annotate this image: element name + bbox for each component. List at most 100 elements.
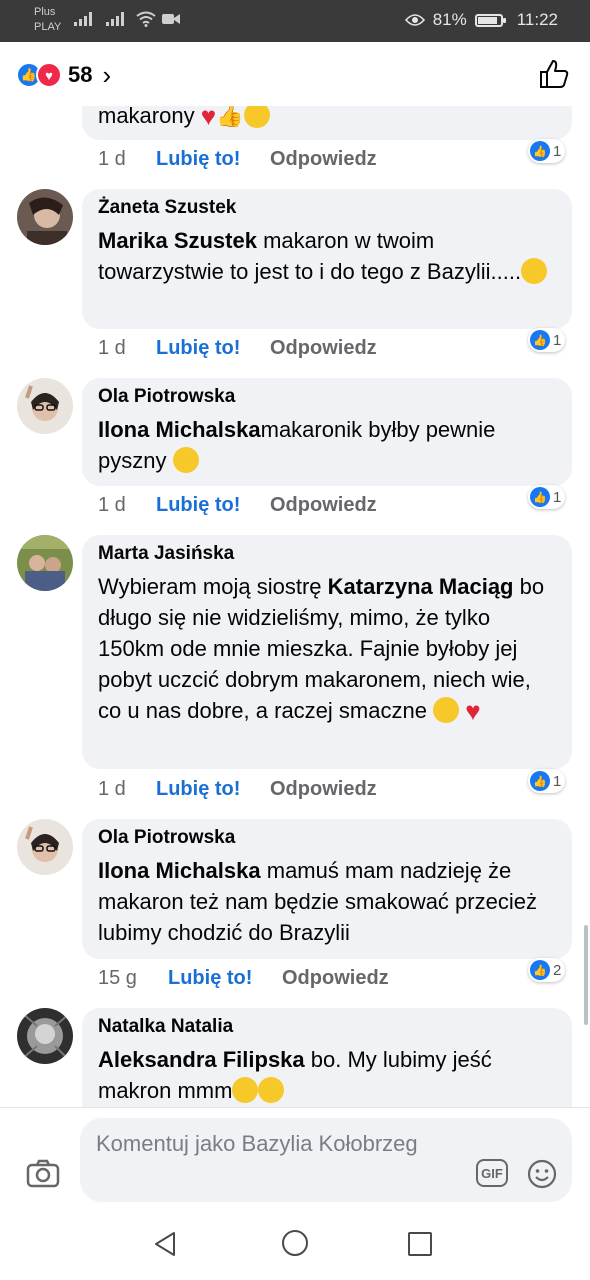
heart-emoji-icon: ♥ (465, 696, 481, 726)
video-icon (162, 14, 180, 24)
like-icon: 👍 (530, 487, 550, 507)
comment-body: makarony (98, 103, 195, 128)
comment-text: Aleksandra Filipska bo. My lubimy jeść m… (98, 1044, 556, 1106)
mention-link[interactable]: Katarzyna Maciąg (328, 574, 514, 599)
comments-sheet: makarony ♥👍 1 d Lubię to! Odpowiedz 👍 1 Ż… (0, 42, 590, 1210)
like-post-button[interactable] (538, 58, 570, 90)
status-right: 81% 11:22 (404, 10, 558, 30)
emoji-icon[interactable] (527, 1159, 557, 1189)
carrier-label: Plus PLAY (34, 5, 61, 35)
comment-reactions[interactable]: 👍 1 (528, 139, 566, 163)
reply-button[interactable]: Odpowiedz (282, 967, 389, 990)
reaction-count: 1 (553, 488, 562, 506)
comment-text: Wybieram moją siostrę Katarzyna Maciąg b… (98, 571, 556, 727)
chevron-right-icon: › (102, 60, 112, 90)
thumbs-up-emoji-icon: 👍 (216, 103, 244, 128)
recent-apps-icon[interactable] (408, 1232, 432, 1256)
reaction-count: 1 (553, 331, 562, 349)
comment-body-pre: Wybieram moją siostrę (98, 574, 328, 599)
eye-icon (404, 14, 425, 26)
comment-actions: 1 d Lubię to! Odpowiedz (98, 148, 377, 171)
comment-text: Ilona Michalska mamuś mam nadzieję że ma… (98, 855, 556, 948)
signal-icon-2 (106, 12, 124, 26)
like-comment-button[interactable]: Lubię to! (156, 337, 270, 360)
home-icon[interactable] (282, 1230, 308, 1256)
like-comment-button[interactable]: Lubię to! (168, 967, 282, 990)
comment-author[interactable]: Żaneta Szustek (98, 197, 556, 219)
grinning-emoji-icon (258, 1077, 285, 1103)
like-comment-button[interactable]: Lubię to! (156, 494, 270, 517)
gif-button[interactable]: GIF (476, 1159, 508, 1187)
mention-link[interactable]: Ilona Michalska (98, 417, 261, 442)
comment-time: 15 g (98, 967, 137, 989)
mention-link[interactable]: Marika Szustek (98, 228, 257, 253)
comment-time: 1 d (98, 494, 126, 516)
comment-bubble: Marta Jasińska Wybieram moją siostrę Kat… (82, 535, 572, 769)
clock: 11:22 (516, 10, 558, 29)
comment-reactions[interactable]: 👍 1 (528, 328, 566, 352)
like-icon: 👍 (530, 330, 550, 350)
mention-link[interactable]: Aleksandra Filipska (98, 1047, 305, 1072)
comment-composer: Komentuj jako Bazylia Kołobrzeg GIF (0, 1107, 590, 1210)
like-icon: 👍 (530, 141, 550, 161)
smiling-emoji-icon (521, 258, 548, 284)
status-bar: Plus PLAY 81% 11:22 (0, 0, 590, 42)
comment-actions: 15 g Lubię to! Odpowiedz (98, 967, 389, 990)
comment-time: 1 d (98, 337, 126, 359)
comment-author[interactable]: Ola Piotrowska (98, 386, 556, 408)
grinning-emoji-icon (232, 1077, 259, 1103)
carrier-bottom: PLAY (34, 21, 62, 33)
mention-link[interactable]: Ilona Michalska (98, 858, 261, 883)
comment-actions: 1 d Lubię to! Odpowiedz (98, 778, 377, 801)
like-icon: 👍 (530, 960, 550, 980)
comments-feed[interactable]: makarony ♥👍 1 d Lubię to! Odpowiedz 👍 1 Ż… (0, 42, 590, 1107)
signal-icons (74, 11, 180, 27)
comment-reactions[interactable]: 👍 2 (528, 958, 566, 982)
reaction-count: 1 (553, 142, 562, 160)
avatar[interactable] (17, 189, 73, 245)
comment-author[interactable]: Marta Jasińska (98, 543, 556, 565)
comment-reactions[interactable]: 👍 1 (528, 769, 566, 793)
comment-actions: 1 d Lubię to! Odpowiedz (98, 494, 377, 517)
comment-text: Marika Szustek makaron w twoim towarzyst… (98, 225, 556, 287)
comment-time: 1 d (98, 148, 126, 170)
comment-actions: 1 d Lubię to! Odpowiedz (98, 337, 377, 360)
comment-bubble: Ola Piotrowska Ilona Michalskamakaronik … (82, 378, 572, 486)
comment-time: 1 d (98, 778, 126, 800)
battery-icon (474, 13, 506, 27)
back-icon[interactable] (152, 1230, 178, 1258)
reaction-count: 58 (68, 62, 93, 87)
avatar[interactable] (17, 378, 73, 434)
wifi-icon (136, 11, 156, 27)
reply-button[interactable]: Odpowiedz (270, 778, 377, 801)
comment-author[interactable]: Natalka Natalia (98, 1016, 556, 1038)
yum-emoji-icon (433, 697, 460, 723)
yum-emoji-icon (172, 447, 199, 473)
comment-bubble: Ola Piotrowska Ilona Michalska mamuś mam… (82, 819, 572, 959)
reply-button[interactable]: Odpowiedz (270, 148, 377, 171)
scrollbar[interactable] (584, 925, 588, 1025)
avatar[interactable] (17, 535, 73, 591)
carrier-top: Plus (34, 6, 56, 18)
comment-reactions[interactable]: 👍 1 (528, 485, 566, 509)
avatar[interactable] (17, 819, 73, 875)
comment-bubble: Natalka Natalia Aleksandra Filipska bo. … (82, 1008, 572, 1107)
reaction-count: 1 (553, 772, 562, 790)
reply-button[interactable]: Odpowiedz (270, 337, 377, 360)
comment-bubble: Żaneta Szustek Marika Szustek makaron w … (82, 189, 572, 329)
like-comment-button[interactable]: Lubię to! (156, 148, 270, 171)
battery-percent: 81% (432, 10, 467, 29)
comment-text: Ilona Michalskamakaronik byłby pewnie py… (98, 414, 556, 476)
reactions-summary[interactable]: 👍 ♥ 58 › (16, 62, 111, 88)
reactions-header: 👍 ♥ 58 › (0, 42, 590, 106)
camera-icon[interactable] (26, 1158, 60, 1188)
like-comment-button[interactable]: Lubię to! (156, 778, 270, 801)
system-nav-bar (0, 1210, 590, 1280)
signal-icon (74, 12, 92, 26)
reaction-count: 2 (553, 961, 562, 979)
love-reaction-icon: ♥ (36, 62, 62, 88)
reply-button[interactable]: Odpowiedz (270, 494, 377, 517)
avatar[interactable] (17, 1008, 73, 1064)
comment-author[interactable]: Ola Piotrowska (98, 827, 556, 849)
like-icon: 👍 (530, 771, 550, 791)
